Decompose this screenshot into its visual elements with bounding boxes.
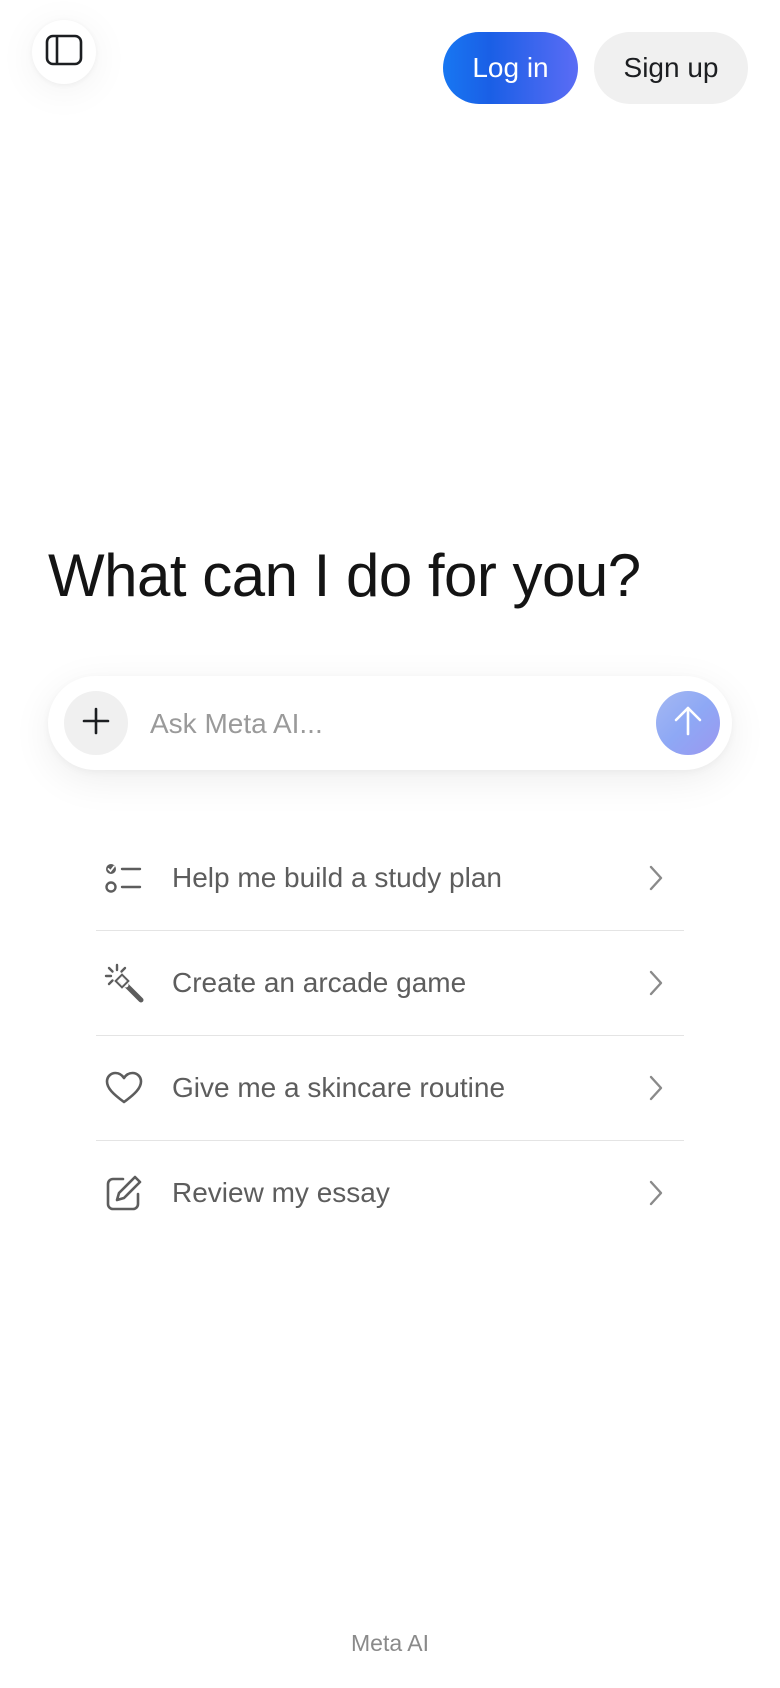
login-button[interactable]: Log in: [443, 32, 578, 104]
suggestion-label: Create an arcade game: [172, 967, 467, 998]
prompt-composer: [48, 676, 732, 770]
suggestion-label: Review my essay: [172, 1177, 390, 1208]
magic-wand-icon: [102, 961, 146, 1005]
send-button[interactable]: [656, 691, 720, 755]
chevron-right-icon: [644, 1178, 668, 1208]
suggestion-skincare[interactable]: Give me a skincare routine: [96, 1036, 684, 1141]
chevron-right-icon: [644, 968, 668, 998]
arrow-up-icon: [671, 704, 705, 743]
checklist-icon: [102, 856, 146, 900]
signup-button[interactable]: Sign up: [594, 32, 748, 104]
footer-brand: Meta AI: [351, 1630, 429, 1656]
suggestion-study-plan[interactable]: Help me build a study plan: [96, 826, 684, 931]
page-headline: What can I do for you?: [48, 542, 641, 609]
suggestion-arcade-game[interactable]: Create an arcade game: [96, 931, 684, 1036]
chevron-right-icon: [644, 1073, 668, 1103]
heart-icon: [102, 1066, 146, 1110]
sidebar-panel-icon: [45, 34, 83, 71]
plus-icon: [81, 706, 111, 741]
ask-input[interactable]: [148, 698, 592, 750]
attach-button[interactable]: [64, 691, 128, 755]
suggestion-label: Give me a skincare routine: [172, 1072, 506, 1103]
auth-buttons: Log in Sign up: [443, 32, 748, 104]
suggestion-label: Help me build a study plan: [172, 862, 502, 893]
suggestion-list: Help me build a study plan Create an arc…: [96, 826, 684, 1245]
sidebar-toggle-button[interactable]: [32, 20, 96, 84]
chevron-right-icon: [644, 863, 668, 893]
suggestion-essay-review[interactable]: Review my essay: [96, 1141, 684, 1245]
edit-icon: [102, 1171, 146, 1215]
